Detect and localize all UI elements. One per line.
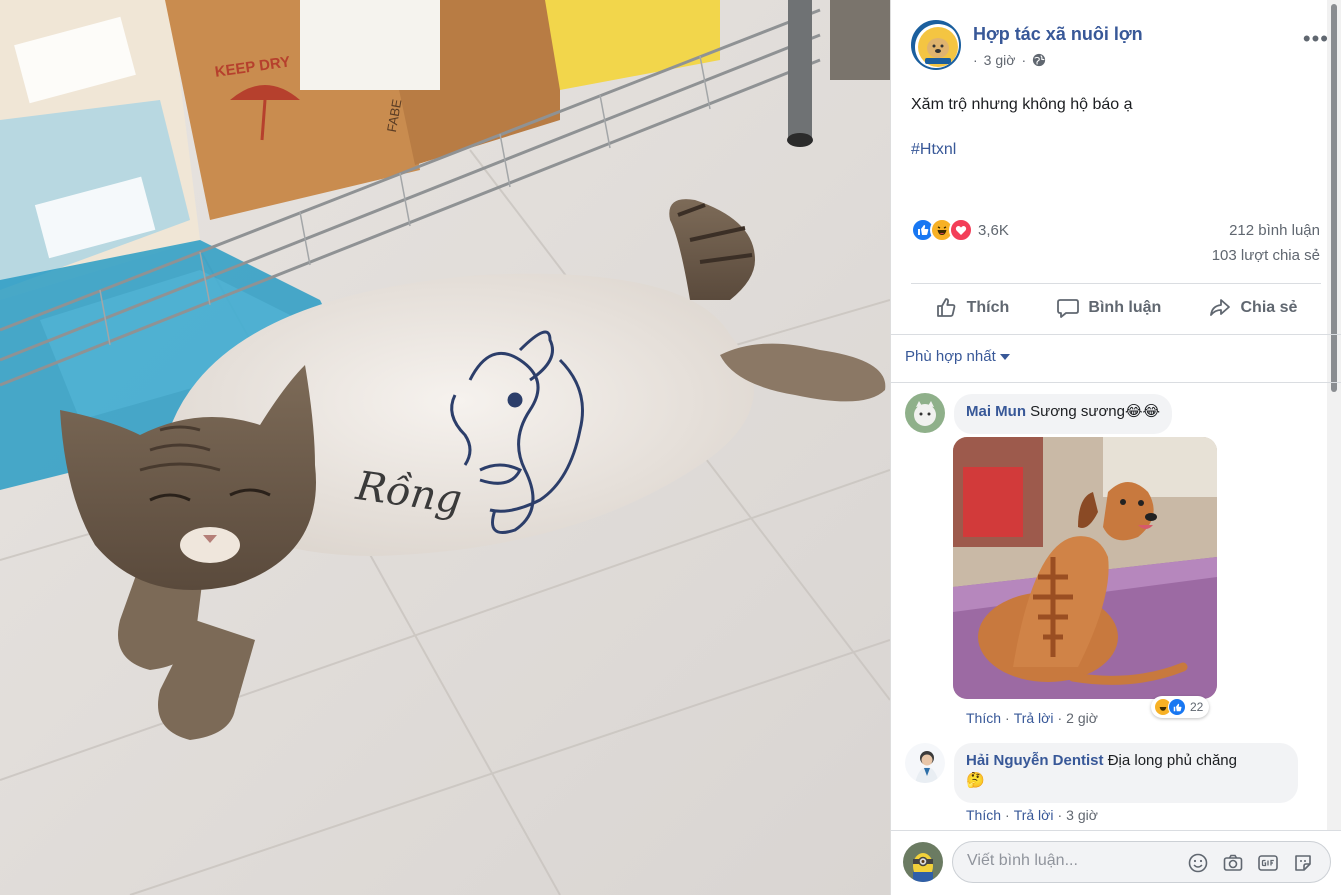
thinking-emoji: 🤔 <box>966 772 985 789</box>
comment-label: Bình luận <box>1088 299 1162 316</box>
love-icon <box>949 218 973 242</box>
post-header: Hợp tác xã nuôi lợn · 3 giờ · ••• <box>911 20 1331 76</box>
share-icon <box>1210 299 1231 316</box>
meta-dot: · <box>1021 52 1027 68</box>
shares-count[interactable]: 103 lượt chia sẻ <box>1212 247 1320 264</box>
commenter-avatar[interactable] <box>905 393 945 433</box>
globe-icon <box>1032 53 1046 67</box>
page-avatar[interactable] <box>911 20 961 70</box>
separator-dot: · <box>1005 710 1010 726</box>
post-photo[interactable]: KEEP DRY FABE Rồng <box>0 0 890 895</box>
comment-bubble: Mai Mun Sương sương😂😂 <box>954 394 1173 434</box>
comment-reaction-count: 22 <box>1190 700 1204 714</box>
sticker-icon[interactable] <box>1292 852 1314 874</box>
post-text: Xăm trộ nhưng không hộ báo ạ <box>911 96 1133 113</box>
comment-bubble: Hải Nguyễn Dentist Địa long phủ chăng 🤔 <box>954 743 1298 803</box>
comment-composer <box>952 841 1331 883</box>
comment-time[interactable]: 3 giờ <box>1066 807 1098 823</box>
thumbs-up-icon <box>936 298 955 317</box>
sort-label: Phù hợp nhất <box>905 348 996 365</box>
post-time[interactable]: 3 giờ <box>984 52 1016 68</box>
share-label: Chia sẻ <box>1240 299 1298 316</box>
comment-input[interactable] <box>967 852 1187 870</box>
page-name[interactable]: Hợp tác xã nuôi lợn <box>973 24 1143 45</box>
comment-image[interactable] <box>953 437 1217 699</box>
comment-icon <box>1057 299 1080 318</box>
hashtag-link[interactable]: #Htxnl <box>911 141 956 159</box>
comment-sort-dropdown[interactable]: Phù hợp nhất <box>905 348 1010 365</box>
comment-button[interactable]: Bình luận <box>1056 296 1161 320</box>
separator-dot: · <box>1057 710 1063 726</box>
gif-icon[interactable] <box>1257 852 1279 874</box>
comment-time[interactable]: 2 giờ <box>1066 710 1098 726</box>
caret-down-icon <box>999 353 1010 360</box>
comment-text: Địa long phủ chăng <box>1107 752 1237 769</box>
comments-count[interactable]: 212 bình luận <box>1229 222 1320 239</box>
divider <box>891 382 1341 383</box>
divider <box>911 283 1321 284</box>
more-options-icon[interactable]: ••• <box>1303 26 1329 52</box>
separator-dot: · <box>1057 807 1063 823</box>
like-icon <box>1168 698 1186 716</box>
emoji-icon[interactable] <box>1187 852 1209 874</box>
separator-dot: · <box>1005 807 1010 823</box>
comment-author[interactable]: Hải Nguyễn Dentist <box>966 752 1104 769</box>
reactions-count: 3,6K <box>978 221 1009 239</box>
comment-actions: Thích · Trả lời · 3 giờ <box>966 807 1098 823</box>
comment-like-link[interactable]: Thích <box>966 807 1001 823</box>
my-avatar[interactable] <box>903 842 943 882</box>
post-sidebar: Hợp tác xã nuôi lợn · 3 giờ · ••• Xăm tr… <box>890 0 1341 895</box>
divider <box>891 830 1341 831</box>
divider <box>891 334 1341 335</box>
camera-icon[interactable] <box>1222 852 1244 874</box>
comment-actions: Thích · Trả lời · 2 giờ <box>966 710 1098 726</box>
post-meta: · 3 giờ · <box>973 52 1046 68</box>
comment-reactions[interactable]: 22 <box>1151 696 1210 718</box>
reactions-summary[interactable]: 3,6K <box>911 218 1009 242</box>
scrollbar-track[interactable] <box>1327 0 1341 830</box>
comment-reply-link[interactable]: Trả lời <box>1014 710 1054 726</box>
comment-text: Sương sương😂😂 <box>1030 403 1161 420</box>
meta-dot: · <box>973 52 978 68</box>
comment-reply-link[interactable]: Trả lời <box>1014 807 1054 823</box>
share-button[interactable]: Chia sẻ <box>1208 296 1297 320</box>
like-button[interactable]: Thích <box>935 296 1010 320</box>
cat-photo-illustration: KEEP DRY FABE Rồng <box>0 0 890 895</box>
comment-author[interactable]: Mai Mun <box>966 403 1026 420</box>
like-label: Thích <box>966 299 1010 316</box>
comment-like-link[interactable]: Thích <box>966 710 1001 726</box>
commenter-avatar[interactable] <box>905 743 945 783</box>
post-actions: Thích Bình luận Chia sẻ <box>911 288 1321 328</box>
